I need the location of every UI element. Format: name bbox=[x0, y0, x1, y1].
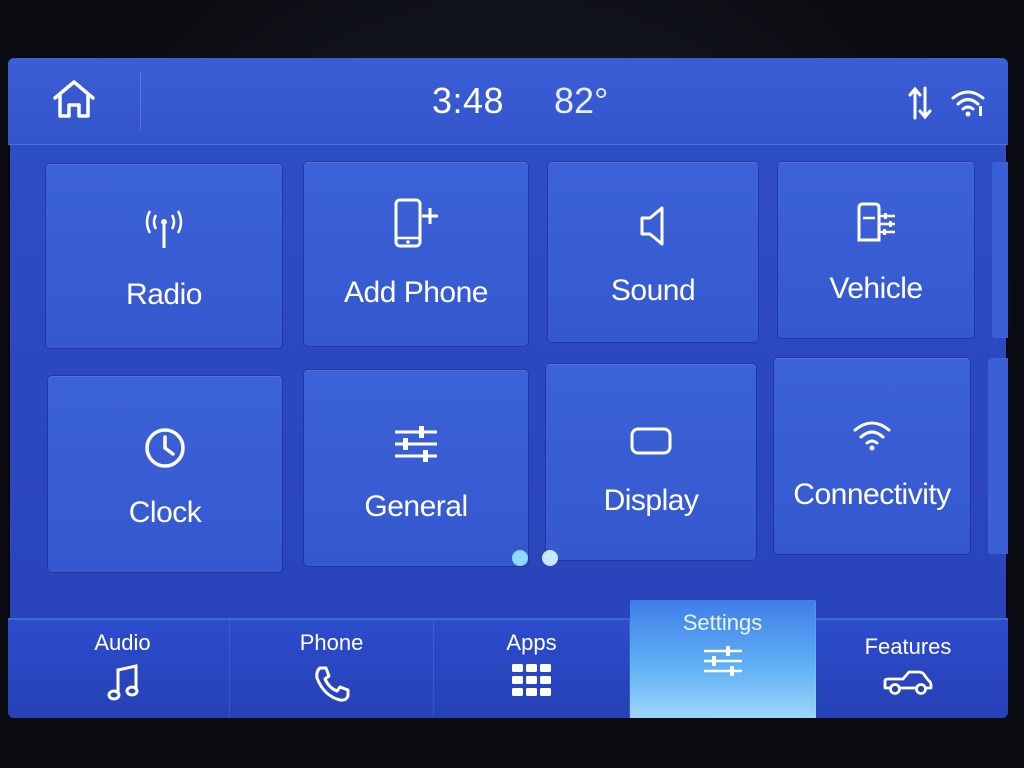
nav-label: Audio bbox=[94, 630, 151, 655]
nav-label: Apps bbox=[506, 630, 557, 655]
nav-label: Features bbox=[864, 634, 952, 659]
radio-antenna-icon bbox=[142, 200, 186, 252]
phone-icon bbox=[312, 664, 352, 709]
temperature-display: 82° bbox=[554, 80, 609, 121]
tile-label: Connectivity bbox=[793, 478, 951, 511]
page-dot[interactable] bbox=[542, 550, 558, 566]
infotainment-screen: 3:48 82° Radio Add Phone Sound Vehicle C… bbox=[8, 58, 1008, 718]
home-icon bbox=[51, 78, 97, 125]
nav-audio[interactable]: Audio bbox=[16, 620, 230, 718]
status-bar: 3:48 82° bbox=[8, 58, 1008, 145]
tile-general[interactable]: General bbox=[304, 370, 528, 566]
status-icons bbox=[908, 86, 986, 125]
tile-sound[interactable]: Sound bbox=[548, 162, 758, 342]
nav-settings[interactable]: Settings bbox=[630, 600, 816, 718]
next-tile-edge bbox=[988, 358, 1008, 554]
music-note-icon bbox=[106, 664, 140, 707]
tile-label: Vehicle bbox=[829, 272, 923, 305]
tile-connectivity[interactable]: Connectivity bbox=[774, 358, 970, 554]
page-dot-active[interactable] bbox=[512, 550, 528, 566]
time-display: 3:48 bbox=[432, 80, 505, 121]
wifi-icon bbox=[950, 88, 986, 123]
tile-label: Sound bbox=[610, 274, 696, 307]
add-phone-icon bbox=[392, 198, 440, 250]
next-tile-edge bbox=[992, 162, 1008, 338]
nav-label: Phone bbox=[299, 630, 364, 655]
apps-grid-icon bbox=[511, 664, 552, 701]
truck-icon bbox=[883, 668, 933, 701]
tile-vehicle[interactable]: Vehicle bbox=[778, 162, 974, 338]
wifi-icon bbox=[852, 400, 892, 452]
nav-features[interactable]: Features bbox=[816, 620, 1000, 718]
nav-phone[interactable]: Phone bbox=[230, 620, 434, 718]
vehicle-settings-icon bbox=[853, 194, 899, 246]
tile-label: Radio bbox=[126, 278, 202, 311]
tile-radio[interactable]: Radio bbox=[46, 164, 282, 348]
tile-label: Clock bbox=[128, 496, 202, 529]
display-icon bbox=[629, 406, 673, 458]
nav-label: Settings bbox=[682, 610, 763, 635]
page-indicator bbox=[512, 550, 558, 566]
speaker-icon bbox=[636, 196, 670, 248]
clock-icon bbox=[143, 418, 187, 470]
tile-label: Display bbox=[603, 484, 699, 517]
sliders-icon bbox=[393, 412, 439, 464]
sliders-icon bbox=[702, 644, 744, 683]
data-transfer-icon bbox=[908, 86, 932, 125]
tile-add-phone[interactable]: Add Phone bbox=[304, 162, 528, 346]
top-divider bbox=[140, 72, 141, 130]
tile-label: Add Phone bbox=[344, 276, 488, 309]
tile-clock[interactable]: Clock bbox=[48, 376, 282, 572]
bottom-nav: Audio Phone Apps Settings Features bbox=[8, 600, 1008, 718]
home-button[interactable] bbox=[46, 78, 102, 124]
tile-label: General bbox=[364, 490, 468, 523]
nav-apps[interactable]: Apps bbox=[434, 620, 630, 718]
tile-display[interactable]: Display bbox=[546, 364, 756, 560]
